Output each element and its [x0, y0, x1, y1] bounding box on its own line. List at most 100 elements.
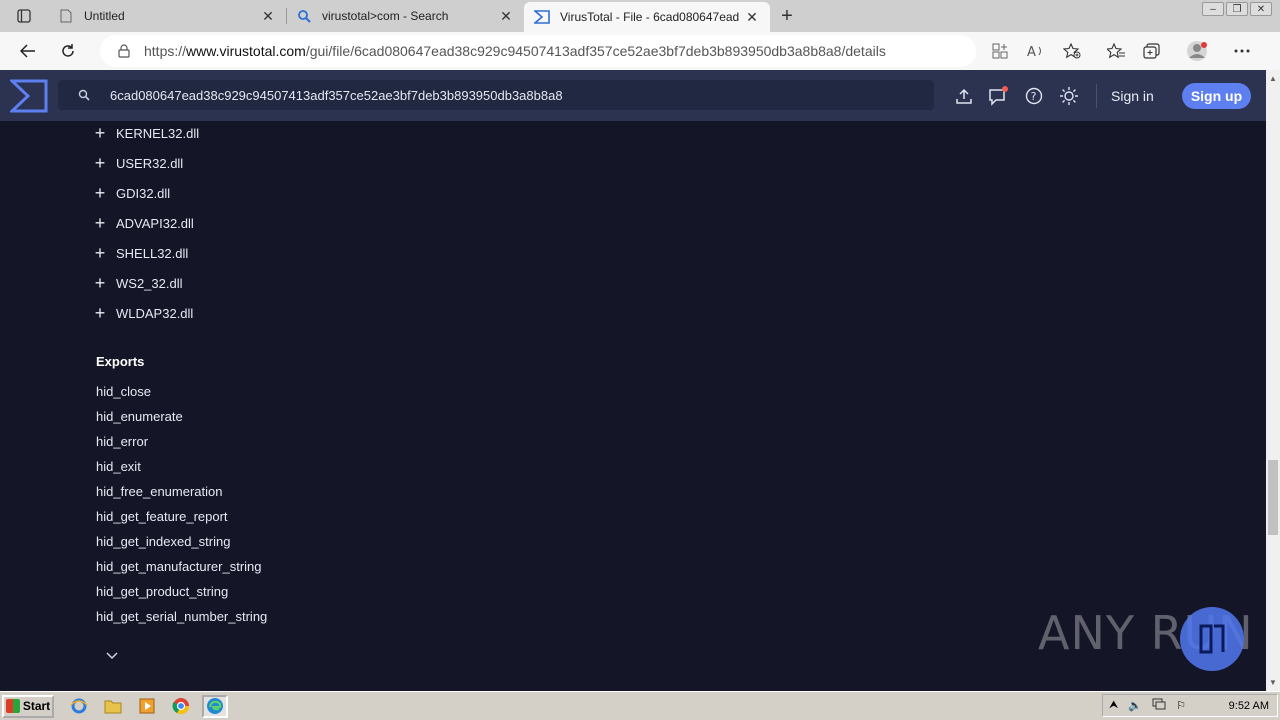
virustotal-logo-icon[interactable]	[0, 70, 58, 121]
back-icon[interactable]	[8, 32, 48, 70]
new-tab-button[interactable]: +	[770, 0, 804, 32]
sign-in-link[interactable]: Sign in	[1111, 88, 1154, 104]
url-path: /gui/file/6cad080647ead38c929c94507413ad…	[305, 43, 886, 59]
scrollbar-thumb[interactable]	[1268, 460, 1278, 535]
expand-plus-icon[interactable]: +	[92, 213, 108, 233]
export-item: hid_get_indexed_string	[96, 534, 231, 549]
address-bar-row: https://www.virustotal.com/gui/file/6cad…	[0, 32, 1280, 70]
search-icon	[78, 89, 90, 101]
import-item[interactable]: + KERNEL32.dll	[92, 123, 199, 143]
page-icon	[58, 8, 74, 24]
expand-plus-icon[interactable]: +	[92, 303, 108, 323]
url-actions: A	[982, 32, 1090, 70]
export-item: hid_get_product_string	[96, 584, 229, 599]
tab-title: Untitled	[84, 9, 125, 23]
expand-plus-icon[interactable]: +	[92, 243, 108, 263]
edge-icon[interactable]	[202, 694, 228, 718]
action-center-flag-icon[interactable]: ⚐	[1176, 699, 1186, 712]
folder-icon[interactable]	[100, 695, 126, 718]
import-item[interactable]: + SHELL32.dll	[92, 243, 189, 263]
read-aloud-icon[interactable]: A	[1018, 44, 1054, 58]
anyrun-watermark: ANY RUN	[1038, 606, 1254, 671]
sign-up-button[interactable]: Sign up	[1181, 82, 1252, 109]
svg-text:?: ?	[1030, 90, 1036, 103]
close-icon[interactable]: ✕	[498, 8, 514, 24]
import-name: SHELL32.dll	[116, 245, 189, 261]
tab-search[interactable]: virustotal>com - Search ✕	[286, 0, 524, 32]
show-more-chevron-down-icon[interactable]	[106, 647, 118, 665]
chrome-icon[interactable]	[168, 695, 194, 718]
expand-plus-icon[interactable]: +	[92, 153, 108, 173]
tab-actions-icon[interactable]	[0, 0, 48, 32]
import-name: KERNEL32.dll	[116, 125, 200, 141]
refresh-icon[interactable]	[48, 32, 88, 70]
export-item: hid_close	[96, 384, 151, 399]
expand-plus-icon[interactable]: +	[92, 123, 108, 143]
expand-plus-icon[interactable]: +	[92, 183, 108, 203]
import-item[interactable]: + GDI32.dll	[92, 183, 170, 203]
notifications-icon[interactable]	[981, 85, 1016, 106]
export-item: hid_get_manufacturer_string	[96, 559, 262, 574]
lock-icon[interactable]	[118, 44, 130, 58]
url-host: www.virustotal.com	[186, 43, 306, 59]
svg-text:A: A	[1027, 45, 1036, 58]
url-prefix: https://	[144, 43, 187, 59]
export-item: hid_enumerate	[96, 409, 183, 424]
media-player-icon[interactable]	[134, 695, 160, 718]
minimize-icon[interactable]: –	[1202, 2, 1224, 16]
tab-title: virustotal>com - Search	[322, 9, 449, 23]
search-icon	[296, 8, 312, 24]
ie-icon[interactable]	[66, 695, 92, 718]
vt-search-input[interactable]: 6cad080647ead38c929c94507413adf357ce52ae…	[58, 80, 934, 110]
help-icon[interactable]: ?	[1016, 87, 1051, 105]
restore-icon[interactable]: ❐	[1226, 2, 1248, 16]
more-menu-icon[interactable]	[1224, 49, 1260, 53]
browser-toolbar	[1098, 32, 1260, 70]
start-label: Start	[22, 699, 51, 713]
tray-expand-icon[interactable]: ⮝	[1109, 699, 1118, 712]
clock[interactable]: 9:52 AM	[1229, 700, 1269, 712]
vt-header: 6cad080647ead38c929c94507413adf357ce52ae…	[0, 70, 1266, 121]
import-item[interactable]: + WS2_32.dll	[92, 273, 183, 293]
system-tray: ⮝ 🔈 ⚐ 9:52 AM	[1102, 694, 1278, 717]
app-available-icon[interactable]	[982, 43, 1018, 59]
windows-flag-icon	[5, 699, 20, 713]
network-icon[interactable]	[1152, 698, 1166, 713]
export-item: hid_get_serial_number_string	[96, 609, 268, 624]
import-item[interactable]: + WLDAP32.dll	[92, 303, 194, 323]
export-item: hid_error	[96, 434, 149, 449]
close-window-icon[interactable]: ✕	[1250, 2, 1272, 16]
close-icon[interactable]: ✕	[260, 8, 276, 24]
export-item: hid_free_enumeration	[96, 484, 223, 499]
tab-untitled[interactable]: Untitled ✕	[48, 0, 286, 32]
import-name: WS2_32.dll	[116, 275, 183, 291]
tab-virustotal[interactable]: VirusTotal - File - 6cad080647ead ✕	[524, 2, 770, 32]
import-name: GDI32.dll	[116, 185, 171, 201]
virustotal-icon	[534, 9, 550, 25]
url-field[interactable]: https://www.virustotal.com/gui/file/6cad…	[100, 35, 976, 67]
expand-plus-icon[interactable]: +	[92, 273, 108, 293]
volume-icon[interactable]: 🔈	[1128, 699, 1142, 712]
os-taskbar: Start ⮝ 🔈 ⚐ 9:52 AM	[0, 691, 1280, 720]
scroll-down-icon[interactable]: ▼	[1269, 678, 1277, 687]
favorites-icon[interactable]	[1098, 43, 1134, 59]
collections-icon[interactable]	[1134, 43, 1170, 59]
theme-toggle-icon[interactable]	[1051, 86, 1086, 106]
close-icon[interactable]: ✕	[744, 9, 760, 25]
tab-title: VirusTotal - File - 6cad080647ead	[560, 10, 740, 24]
import-name: ADVAPI32.dll	[116, 215, 194, 231]
scroll-up-icon[interactable]: ▲	[1269, 74, 1277, 83]
import-item[interactable]: + ADVAPI32.dll	[92, 213, 194, 233]
export-item: hid_exit	[96, 459, 141, 474]
window-controls: – ❐ ✕	[1202, 2, 1272, 16]
page-scrollbar[interactable]: ▲ ▼	[1266, 70, 1280, 691]
import-name: USER32.dll	[116, 155, 184, 171]
profile-avatar[interactable]	[1170, 40, 1224, 62]
export-item: hid_get_feature_report	[96, 509, 228, 524]
header-divider	[1096, 83, 1097, 108]
add-favorite-icon[interactable]	[1054, 43, 1090, 59]
start-button[interactable]: Start	[2, 694, 54, 718]
import-name: WLDAP32.dll	[116, 305, 194, 321]
import-item[interactable]: + USER32.dll	[92, 153, 183, 173]
upload-icon[interactable]	[946, 88, 981, 104]
